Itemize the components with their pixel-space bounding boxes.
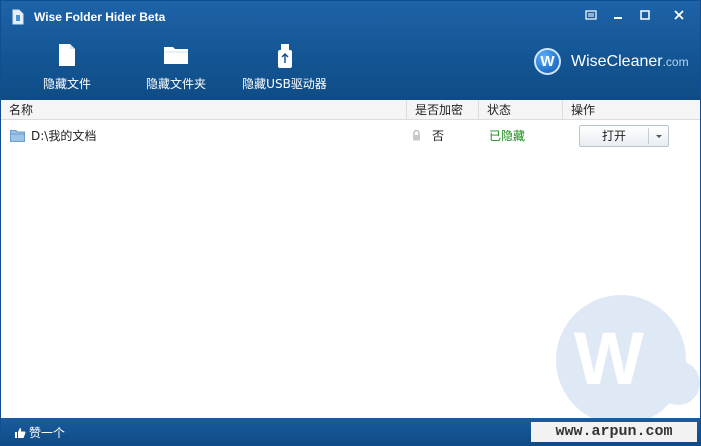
table-row[interactable]: D:\我的文档 否 已隐藏 打开 — [1, 122, 700, 150]
file-icon — [31, 43, 103, 69]
watermark-tail — [656, 361, 700, 405]
open-button-label[interactable]: 打开 — [580, 126, 648, 146]
maximize-icon[interactable] — [634, 6, 656, 24]
wisecleaner-logo-icon: W — [534, 48, 561, 75]
brand-name: WiseCleaner.com — [571, 53, 689, 71]
open-button[interactable]: 打开 — [579, 125, 669, 147]
hide-folder-button[interactable]: 隐藏文件夹 — [138, 43, 214, 95]
column-encrypted[interactable]: 是否加密 — [407, 100, 479, 120]
minimize-icon[interactable] — [607, 6, 629, 24]
column-action[interactable]: 操作 — [563, 100, 700, 120]
thumbs-up-icon — [15, 428, 26, 438]
title-bar[interactable]: Wise Folder Hider Beta — [1, 1, 700, 31]
site-watermark: www.arpun.com — [531, 422, 697, 442]
column-status[interactable]: 状态 — [479, 100, 563, 120]
hide-usb-button[interactable]: 隐藏USB驱动器 — [237, 43, 332, 95]
row-status: 已隐藏 — [489, 129, 526, 143]
like-button[interactable]: 赞一个 — [14, 424, 65, 441]
menu-icon[interactable] — [580, 6, 602, 24]
chevron-down-icon[interactable] — [649, 126, 669, 146]
folder-icon — [138, 43, 214, 69]
status-bar: 赞一个 www.arpun.com — [1, 418, 700, 445]
window-title: Wise Folder Hider Beta — [34, 10, 166, 24]
row-path: D:\我的文档 — [31, 129, 97, 143]
header: Wise Folder Hider Beta 隐藏文件 隐藏文件夹 隐藏USB驱… — [1, 1, 700, 100]
table-header: 名称 是否加密 状态 操作 — [1, 100, 700, 120]
hide-file-label: 隐藏文件 — [42, 77, 91, 91]
usb-drive-icon — [237, 43, 332, 69]
brand-suffix: .com — [662, 55, 689, 69]
hide-file-button[interactable]: 隐藏文件 — [31, 43, 103, 95]
close-icon[interactable] — [668, 6, 690, 24]
column-name[interactable]: 名称 — [1, 100, 407, 120]
brand-name-text: WiseCleaner — [571, 53, 663, 70]
app-window: Wise Folder Hider Beta 隐藏文件 隐藏文件夹 隐藏USB驱… — [0, 0, 701, 446]
app-icon — [11, 9, 25, 25]
like-label: 赞一个 — [29, 426, 66, 440]
watermark-logo: W — [574, 317, 644, 400]
row-encrypted: 否 — [432, 129, 445, 143]
lock-icon — [412, 129, 421, 144]
hide-usb-label: 隐藏USB驱动器 — [242, 77, 327, 91]
hide-folder-label: 隐藏文件夹 — [145, 77, 206, 91]
folder-icon — [10, 129, 25, 145]
